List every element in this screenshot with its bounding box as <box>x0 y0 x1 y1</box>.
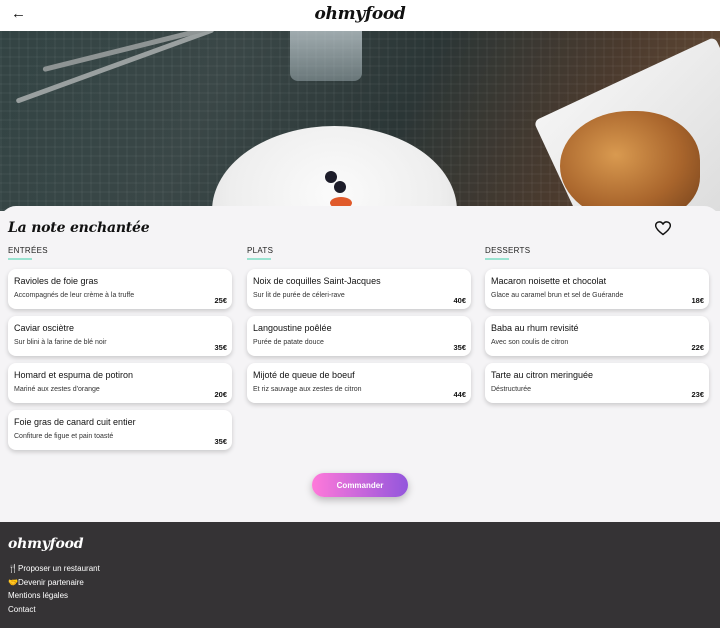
footer-link-propose-restaurant[interactable]: 🍴Proposer un restaurant <box>8 562 100 576</box>
dish-card[interactable]: Mijoté de queue de boeuf Et riz sauvage … <box>247 363 471 403</box>
footer-link-contact[interactable]: Contact <box>8 603 100 617</box>
dish-description: Avec son coulis de citron <box>491 339 569 346</box>
menu-column-entrees: ENTRÉES Ravioles de foie gras Accompagné… <box>8 246 234 450</box>
menu-column-plats: PLATS Noix de coquilles Saint-Jacques Su… <box>247 246 473 403</box>
section-underline <box>485 258 509 260</box>
dish-card[interactable]: Caviar osciètre Sur blini à la farine de… <box>8 316 232 356</box>
section-title: DESSERTS <box>485 246 531 255</box>
footer-links: 🍴Proposer un restaurant 🤝Devenir partena… <box>8 562 100 616</box>
dish-name: Ravioles de foie gras <box>14 276 99 286</box>
dish-price: 23€ <box>691 390 704 399</box>
utensils-icon: 🍴 <box>8 564 18 573</box>
brand-logo[interactable]: ohmyfood <box>0 4 720 24</box>
dish-name: Noix de coquilles Saint-Jacques <box>253 276 381 286</box>
dish-description: Sur lit de purée de céleri-rave <box>253 292 345 299</box>
dish-card[interactable]: Homard et espuma de potiron Mariné aux z… <box>8 363 232 403</box>
dish-description: Et riz sauvage aux zestes de citron <box>253 386 362 393</box>
heart-outline-icon[interactable] <box>655 221 671 236</box>
section-title: PLATS <box>247 246 274 255</box>
section-title: ENTRÉES <box>8 246 48 255</box>
restaurant-menu-panel: La note enchantée ENTRÉES Ravioles de fo… <box>0 206 720 522</box>
dish-price: 35€ <box>214 343 227 352</box>
dish-name: Langoustine poêlée <box>253 323 332 333</box>
dish-description: Accompagnés de leur crème à la truffe <box>14 292 135 299</box>
dish-card[interactable]: Langoustine poêlée Purée de patate douce… <box>247 316 471 356</box>
dish-price: 25€ <box>214 296 227 305</box>
dish-name: Macaron noisette et chocolat <box>491 276 607 286</box>
dish-description: Confiture de figue et pain toasté <box>14 433 114 440</box>
dish-price: 35€ <box>453 343 466 352</box>
site-footer: ohmyfood 🍴Proposer un restaurant 🤝Deveni… <box>0 522 720 628</box>
dish-description: Mariné aux zestes d'orange <box>14 386 100 393</box>
top-header: ← ohmyfood <box>0 0 720 31</box>
dish-card[interactable]: Tarte au citron meringuée Déstructurée 2… <box>485 363 709 403</box>
dish-description: Déstructurée <box>491 386 532 393</box>
menu-column-desserts: DESSERTS Macaron noisette et chocolat Gl… <box>485 246 711 403</box>
section-underline <box>247 258 271 260</box>
dish-description: Sur blini à la farine de blé noir <box>14 339 107 346</box>
dish-price: 35€ <box>214 437 227 446</box>
dish-name: Homard et espuma de potiron <box>14 370 134 380</box>
dish-name: Mijoté de queue de boeuf <box>253 370 355 380</box>
hero-image <box>0 31 720 211</box>
dish-name: Foie gras de canard cuit entier <box>14 417 136 427</box>
dish-price: 20€ <box>214 390 227 399</box>
dish-card[interactable]: Macaron noisette et chocolat Glace au ca… <box>485 269 709 309</box>
dish-price: 22€ <box>691 343 704 352</box>
footer-link-legal[interactable]: Mentions légales <box>8 589 100 603</box>
restaurant-name: La note enchantée <box>8 220 150 236</box>
dish-price: 18€ <box>691 296 704 305</box>
dish-name: Baba au rhum revisité <box>491 323 579 333</box>
dish-description: Glace au caramel brun et sel de Guérande <box>491 292 624 299</box>
dish-card[interactable]: Foie gras de canard cuit entier Confitur… <box>8 410 232 450</box>
dish-card[interactable]: Baba au rhum revisité Avec son coulis de… <box>485 316 709 356</box>
order-button[interactable]: Commander <box>312 473 408 497</box>
dish-name: Caviar osciètre <box>14 323 75 333</box>
dish-card[interactable]: Noix de coquilles Saint-Jacques Sur lit … <box>247 269 471 309</box>
dish-price: 44€ <box>453 390 466 399</box>
footer-logo[interactable]: ohmyfood <box>8 536 84 552</box>
dish-price: 40€ <box>453 296 466 305</box>
section-underline <box>8 258 32 260</box>
dish-description: Purée de patate douce <box>253 339 324 346</box>
handshake-icon: 🤝 <box>8 577 18 587</box>
footer-link-become-partner[interactable]: 🤝Devenir partenaire <box>8 576 100 590</box>
dish-name: Tarte au citron meringuée <box>491 370 594 380</box>
dish-card[interactable]: Ravioles de foie gras Accompagnés de leu… <box>8 269 232 309</box>
